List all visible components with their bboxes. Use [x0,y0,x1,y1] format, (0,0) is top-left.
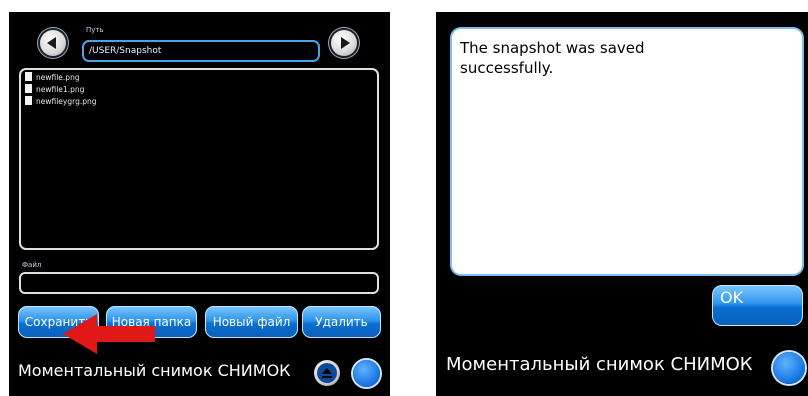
list-item[interactable]: newfile1.png [25,84,84,96]
file-label: Файл [22,261,42,269]
file-icon [25,96,32,105]
collapse-button[interactable] [314,360,340,386]
file-name: newfileygrg.png [36,97,97,106]
dialog-panel: The snapshot was saved successfully. OK … [436,12,808,396]
list-item[interactable]: newfile.png [25,72,80,84]
file-icon [25,72,32,81]
file-name: newfile.png [36,73,80,82]
status-text: Моментальный снимок СНИМОК [18,361,291,380]
delete-button[interactable]: Удалить [302,306,381,338]
file-browser-panel: Путь /USER/Snapshot newfile.png newfile1… [9,12,390,396]
path-field[interactable]: /USER/Snapshot [82,40,320,62]
status-text: Моментальный снимок СНИМОК [446,354,753,375]
list-item[interactable]: newfileygrg.png [25,96,97,108]
file-name-field[interactable] [19,272,379,294]
arrow-left-icon [47,37,56,49]
file-list[interactable]: newfile.png newfile1.png newfileygrg.png [19,68,379,250]
dialog-message: The snapshot was saved successfully. [460,39,645,77]
menu-button[interactable] [353,360,380,387]
back-button[interactable] [40,30,66,56]
red-arrow-icon [63,314,155,354]
new-file-button[interactable]: Новый файл [205,306,298,338]
path-label: Путь [86,26,104,34]
menu-button[interactable] [773,352,805,384]
file-name: newfile1.png [36,85,85,94]
forward-button[interactable] [331,30,357,56]
eject-icon [317,363,337,383]
file-icon [25,84,32,93]
message-box: The snapshot was saved successfully. [452,29,802,274]
ok-button[interactable]: OK [712,285,803,326]
arrow-right-icon [341,37,350,49]
